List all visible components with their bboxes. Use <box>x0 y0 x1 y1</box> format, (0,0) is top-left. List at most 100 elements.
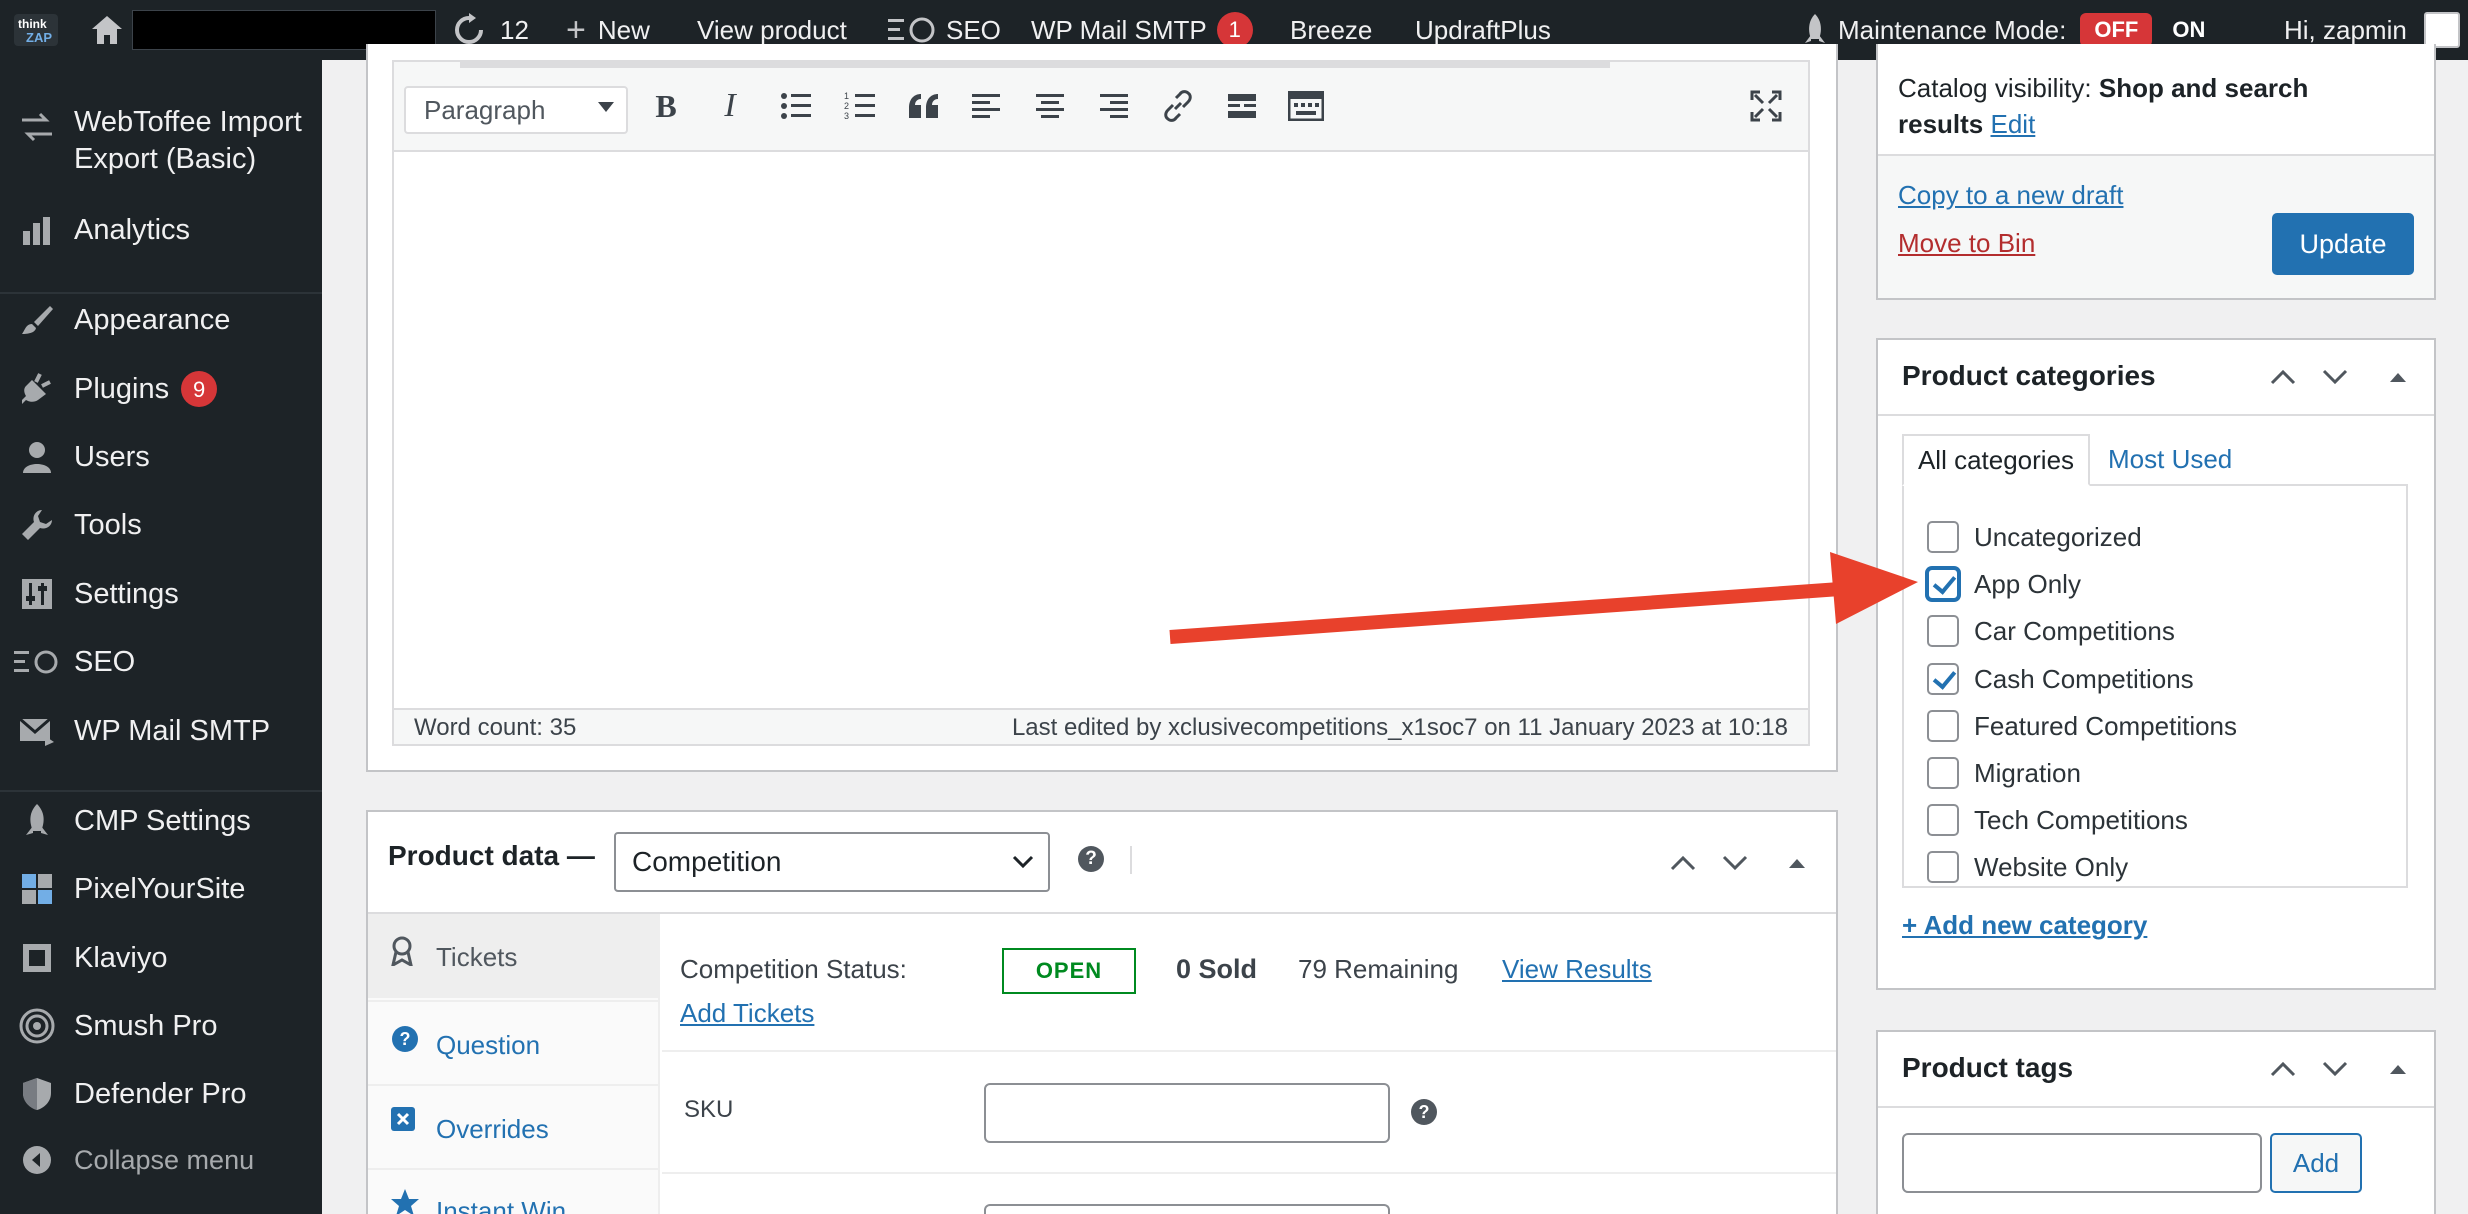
toggle-panel-button[interactable] <box>2381 1052 2415 1086</box>
category-checkbox-app-only[interactable] <box>1927 568 1959 600</box>
sidebar-item-label: Tools <box>74 508 142 541</box>
bulleted-list-button[interactable] <box>776 86 816 126</box>
move-up-button[interactable] <box>1666 846 1700 880</box>
view-results-link[interactable]: View Results <box>1502 954 1652 985</box>
override-icon <box>391 1107 415 1131</box>
bold-icon: B <box>655 87 677 124</box>
catalog-visibility-value: Shop and search <box>2098 73 2309 103</box>
category-checkbox-tech-competitions[interactable] <box>1927 804 1959 836</box>
sku-help-icon[interactable]: ? <box>1411 1099 1437 1125</box>
category-checkbox-website-only[interactable] <box>1927 851 1959 883</box>
insert-link-button[interactable] <box>1158 86 1198 126</box>
category-checkbox-car-competitions[interactable] <box>1927 615 1959 647</box>
category-checkbox-migration[interactable] <box>1927 757 1959 789</box>
tab-question[interactable]: ? Question <box>368 1000 660 1084</box>
maintenance-off-pill[interactable]: OFF <box>2080 13 2153 47</box>
tab-overrides[interactable]: Overrides <box>368 1084 660 1168</box>
category-label: Cash Competitions <box>1974 664 2194 694</box>
smush-icon <box>18 1007 56 1045</box>
row-divider <box>662 1172 1836 1174</box>
shield-icon <box>18 1075 56 1113</box>
move-up-button[interactable] <box>2266 360 2300 394</box>
sidebar-item-defender-pro[interactable]: Defender Pro <box>0 1074 322 1114</box>
category-checkbox-featured-competitions[interactable] <box>1927 710 1959 742</box>
catalog-visibility-value-cont: results <box>1898 109 1984 139</box>
keyboard-icon <box>1288 91 1324 121</box>
toolbar-toggle-button[interactable] <box>1286 86 1326 126</box>
align-center-button[interactable] <box>1030 86 1070 126</box>
tab-instant-win[interactable]: Instant Win <box>368 1168 660 1214</box>
copy-to-draft-link[interactable]: Copy to a new draft <box>1898 180 2123 211</box>
product-type-select[interactable]: Competition <box>614 832 1050 892</box>
sidebar-item-label: Plugins 9 <box>74 371 218 408</box>
sidebar-item-plugins[interactable]: Plugins 9 <box>0 369 322 409</box>
add-tag-button[interactable]: Add <box>2270 1133 2362 1193</box>
align-left-button[interactable] <box>966 86 1006 126</box>
sidebar-item-label: Collapse menu <box>74 1144 255 1175</box>
tab-most-used[interactable]: Most Used <box>2108 444 2232 475</box>
svg-text:think: think <box>18 17 47 31</box>
sku-input[interactable] <box>984 1083 1390 1143</box>
plugins-update-badge: 9 <box>181 371 218 407</box>
question-circle-icon: ? <box>392 1026 418 1052</box>
sidebar-item-settings[interactable]: Settings <box>0 574 322 614</box>
toggle-panel-button[interactable] <box>1780 846 1814 880</box>
editor-status-bar: Word count: 35 Last edited by xclusiveco… <box>392 710 1810 746</box>
import-export-icon <box>18 108 56 146</box>
move-down-button[interactable] <box>1718 846 1752 880</box>
maintenance-label: Maintenance Mode: <box>1838 14 2067 45</box>
add-tickets-link[interactable]: Add Tickets <box>680 998 814 1029</box>
sidebar-item-wp-mail-smtp[interactable]: WP Mail SMTP <box>0 711 322 751</box>
product-tags-title: Product tags <box>1902 1052 2074 1083</box>
home-icon[interactable] <box>90 0 124 60</box>
move-to-bin-link[interactable]: Move to Bin <box>1898 228 2035 259</box>
maintenance-on-pill[interactable]: ON <box>2172 17 2205 43</box>
sidebar-item-pixelyoursite[interactable]: PixelYourSite <box>0 869 322 909</box>
sidebar-item-appearance[interactable]: Appearance <box>0 300 322 340</box>
sidebar-item-analytics[interactable]: Analytics <box>0 210 322 250</box>
add-new-category-link[interactable]: + Add new category <box>1902 910 2147 941</box>
toggle-panel-button[interactable] <box>2381 360 2415 394</box>
tag-input[interactable] <box>1902 1133 2262 1193</box>
site-logo[interactable]: think ZAP <box>12 0 60 60</box>
next-field-input[interactable] <box>984 1204 1390 1214</box>
blockquote-button[interactable] <box>904 86 944 126</box>
divider <box>1130 846 1132 874</box>
numbered-list-button[interactable]: 123 <box>840 86 880 126</box>
sidebar-item-klaviyo[interactable]: Klaviyo <box>0 938 322 978</box>
product-categories-title: Product categories <box>1902 360 2156 391</box>
category-checkbox-uncategorized[interactable] <box>1927 521 1959 553</box>
align-right-button[interactable] <box>1094 86 1134 126</box>
klaviyo-icon <box>18 939 56 977</box>
read-more-button[interactable] <box>1222 86 1262 126</box>
bold-button[interactable]: B <box>646 86 686 126</box>
help-tip-icon[interactable]: ? <box>1078 846 1104 872</box>
category-label: Uncategorized <box>1974 522 2142 552</box>
move-down-button[interactable] <box>2318 360 2352 394</box>
update-button[interactable]: Update <box>2272 213 2414 275</box>
tab-all-categories[interactable]: All categories <box>1902 434 2090 486</box>
sidebar-item-label: Appearance <box>74 303 231 336</box>
move-down-button[interactable] <box>2318 1052 2352 1086</box>
category-checkbox-cash-competitions[interactable] <box>1927 663 1959 695</box>
format-select[interactable]: Paragraph <box>404 86 628 134</box>
sidebar-item-users[interactable]: Users <box>0 437 322 477</box>
avatar[interactable] <box>2424 12 2460 48</box>
category-label: Website Only <box>1974 852 2129 882</box>
sidebar-item-cmp-settings[interactable]: CMP Settings <box>0 801 322 841</box>
tab-tickets[interactable]: Tickets <box>368 914 660 998</box>
sidebar-item-label: SEO <box>74 645 136 678</box>
edit-visibility-link[interactable]: Edit <box>1991 109 2036 139</box>
chevron-down-icon <box>1722 855 1748 871</box>
fullscreen-button[interactable] <box>1746 86 1786 126</box>
collapse-menu-button[interactable]: Collapse menu <box>0 1140 322 1180</box>
product-type-value: Competition <box>632 846 782 877</box>
move-up-button[interactable] <box>2266 1052 2300 1086</box>
sidebar-item-seo[interactable]: SEO <box>0 642 322 682</box>
italic-button[interactable]: I <box>710 86 750 126</box>
sidebar-item-webtoffee[interactable]: WebToffee Import Export (Basic) <box>0 104 322 184</box>
sidebar-item-tools[interactable]: Tools <box>0 505 322 545</box>
catalog-visibility-label: Catalog visibility: <box>1898 73 2092 103</box>
sidebar-item-label: PixelYourSite <box>74 872 246 905</box>
sidebar-item-smush-pro[interactable]: Smush Pro <box>0 1006 322 1046</box>
